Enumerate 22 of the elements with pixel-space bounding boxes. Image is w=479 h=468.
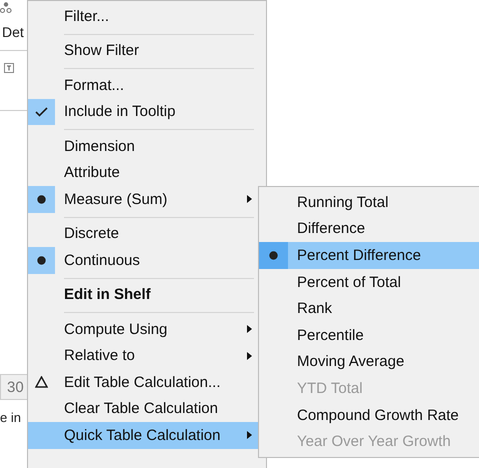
menu-item[interactable]: Percent Difference: [259, 242, 479, 269]
bullet-icon: [37, 194, 46, 204]
submenu-arrow-icon: [247, 325, 252, 334]
bullet-icon: [37, 256, 46, 265]
delta-icon: [35, 376, 48, 388]
menu-item[interactable]: Format...: [28, 72, 266, 98]
detail-icon: [0, 2, 12, 14]
submenu-arrow-icon: [247, 352, 252, 360]
menu-item[interactable]: Filter...: [28, 3, 266, 30]
bullet-icon: [269, 250, 278, 260]
menu-item[interactable]: Difference: [259, 216, 479, 242]
text-icon: [4, 63, 14, 73]
cell-value: 30: [0, 374, 30, 400]
caption-text: e in: [0, 410, 21, 425]
checkmark-icon: [35, 106, 48, 117]
shelf-label: Det: [2, 24, 24, 40]
menu-item[interactable]: Attribute: [28, 160, 266, 186]
submenu-arrow-icon: [247, 195, 252, 204]
menu-item[interactable]: Show Filter: [28, 38, 266, 64]
menu-item[interactable]: Include in Tooltip: [28, 98, 266, 125]
submenu-arrow-icon: [247, 431, 252, 440]
menu-item[interactable]: Dimension: [28, 133, 266, 160]
